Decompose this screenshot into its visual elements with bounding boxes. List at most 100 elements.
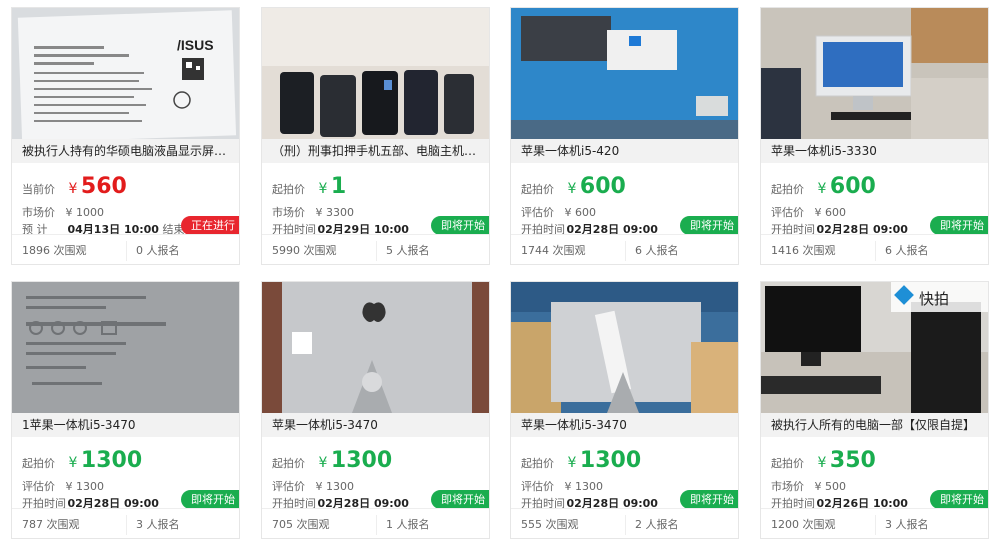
- item-title[interactable]: 被执行人持有的华硕电脑液晶显示屏一…: [12, 139, 239, 163]
- item-title[interactable]: （刑）刑事扣押手机五部、电脑主机一…: [262, 139, 489, 163]
- item-title[interactable]: 苹果一体机i5-3330: [761, 139, 988, 163]
- card-footer: 705 次围观 1 人报名: [262, 508, 489, 538]
- item-title[interactable]: 苹果一体机i5-420: [511, 139, 738, 163]
- card-footer: 1896 次围观 0 人报名: [12, 234, 239, 264]
- market-row: 市场价 ¥ 3300: [272, 204, 354, 220]
- view-count: 787 次围观: [22, 518, 80, 531]
- thumbnail-asus-label[interactable]: /ISUS: [12, 8, 239, 139]
- watermark-text: 快拍: [919, 290, 949, 308]
- auction-card[interactable]: 苹果一体机i5-3330 起拍价 ¥ 600 评估价 ¥ 600 开拍时间 02…: [760, 7, 989, 265]
- status-badge: 即将开始: [680, 216, 738, 235]
- signup-count: 2 人报名: [635, 518, 679, 531]
- auction-card[interactable]: 苹果一体机i5-420 起拍价 ¥ 600 评估价 ¥ 600 开拍时间 02月…: [510, 7, 739, 265]
- status-badge: 即将开始: [181, 490, 239, 509]
- thumbnail-imac-desk[interactable]: [761, 8, 988, 139]
- price-label: 当前价: [22, 183, 55, 196]
- currency-symbol: ¥: [567, 455, 577, 471]
- view-count: 5990 次围观: [272, 244, 337, 257]
- price-value: 1: [330, 174, 347, 199]
- footer-divider: [126, 515, 127, 535]
- status-badge: 即将开始: [431, 490, 489, 509]
- auction-card[interactable]: /ISUS 被执行人持有的华硕电脑液晶显示屏一… 当前价 ¥ 560 市场价 ¥…: [11, 7, 240, 265]
- thumbnail-phones[interactable]: [262, 8, 489, 139]
- price-value: 600: [829, 174, 876, 199]
- view-count: 1896 次围观: [22, 244, 87, 257]
- price-value: 1300: [330, 448, 393, 473]
- status-badge: 正在进行: [181, 216, 239, 235]
- market-label: 市场价: [771, 480, 804, 493]
- price-row: 起拍价 ¥ 1300: [521, 448, 641, 474]
- footer-divider: [376, 515, 377, 535]
- currency-symbol: ¥: [68, 455, 78, 471]
- signup-count: 3 人报名: [136, 518, 180, 531]
- market-label: 评估价: [771, 206, 804, 219]
- market-label: 市场价: [272, 206, 305, 219]
- price-label: 起拍价: [22, 457, 55, 470]
- status-badge: 即将开始: [930, 216, 988, 235]
- item-title[interactable]: 1苹果一体机i5-3470: [12, 413, 239, 437]
- price-row: 起拍价 ¥ 1300: [272, 448, 392, 474]
- market-value: ¥ 1300: [564, 480, 604, 493]
- market-row: 评估价 ¥ 1300: [22, 478, 104, 494]
- market-row: 评估价 ¥ 600: [771, 204, 846, 220]
- view-count: 1744 次围观: [521, 244, 586, 257]
- card-footer: 1200 次围观 3 人报名: [761, 508, 988, 538]
- view-count: 705 次围观: [272, 518, 330, 531]
- auction-card[interactable]: 快拍 被执行人所有的电脑一部【仅限自提】 起拍价 ¥ 350 市场价 ¥ 500…: [760, 281, 989, 539]
- market-label: 市场价: [22, 206, 55, 219]
- signup-count: 6 人报名: [885, 244, 929, 257]
- auction-card[interactable]: 苹果一体机i5-3470 起拍价 ¥ 1300 评估价 ¥ 1300 开拍时间 …: [510, 281, 739, 539]
- price-value: 600: [579, 174, 626, 199]
- signup-count: 1 人报名: [386, 518, 430, 531]
- market-row: 评估价 ¥ 600: [521, 204, 596, 220]
- footer-divider: [875, 515, 876, 535]
- price-row: 起拍价 ¥ 600: [771, 174, 876, 200]
- currency-symbol: ¥: [817, 455, 827, 471]
- auction-card[interactable]: 1苹果一体机i5-3470 起拍价 ¥ 1300 评估价 ¥ 1300 开拍时间…: [11, 281, 240, 539]
- price-row: 起拍价 ¥ 350: [771, 448, 876, 474]
- view-count: 1200 次围观: [771, 518, 836, 531]
- card-footer: 1744 次围观 6 人报名: [511, 234, 738, 264]
- currency-symbol: ¥: [817, 181, 827, 197]
- currency-symbol: ¥: [567, 181, 577, 197]
- footer-divider: [126, 241, 127, 261]
- status-badge: 即将开始: [930, 490, 988, 509]
- thumbnail-desktop-pc[interactable]: 快拍: [761, 282, 988, 413]
- price-value: 560: [80, 174, 127, 199]
- signup-count: 5 人报名: [386, 244, 430, 257]
- currency-symbol: ¥: [68, 181, 78, 197]
- market-value: ¥ 600: [814, 206, 847, 219]
- price-label: 起拍价: [272, 457, 305, 470]
- signup-count: 6 人报名: [635, 244, 679, 257]
- price-row: 起拍价 ¥ 1300: [22, 448, 142, 474]
- market-row: 评估价 ¥ 1300: [272, 478, 354, 494]
- item-title[interactable]: 苹果一体机i5-3470: [262, 413, 489, 437]
- item-title[interactable]: 苹果一体机i5-3470: [511, 413, 738, 437]
- market-value: ¥ 1000: [65, 206, 105, 219]
- signup-count: 3 人报名: [885, 518, 929, 531]
- thumbnail-label-closeup[interactable]: [12, 282, 239, 413]
- price-label: 起拍价: [771, 457, 804, 470]
- card-footer: 787 次围观 3 人报名: [12, 508, 239, 538]
- thumbnail-imac-back-sealed[interactable]: [511, 282, 738, 413]
- price-label: 起拍价: [771, 183, 804, 196]
- market-value: ¥ 500: [814, 480, 847, 493]
- view-count: 555 次围观: [521, 518, 579, 531]
- price-row: 起拍价 ¥ 1: [272, 174, 346, 200]
- market-value: ¥ 1300: [65, 480, 105, 493]
- market-value: ¥ 1300: [315, 480, 355, 493]
- price-label: 起拍价: [272, 183, 305, 196]
- market-row: 市场价 ¥ 500: [771, 478, 846, 494]
- auction-card[interactable]: 苹果一体机i5-3470 起拍价 ¥ 1300 评估价 ¥ 1300 开拍时间 …: [261, 281, 490, 539]
- currency-symbol: ¥: [318, 181, 328, 197]
- item-title[interactable]: 被执行人所有的电脑一部【仅限自提】: [761, 413, 988, 437]
- thumbnail-imac-back[interactable]: [262, 282, 489, 413]
- card-footer: 1416 次围观 6 人报名: [761, 234, 988, 264]
- auction-card[interactable]: （刑）刑事扣押手机五部、电脑主机一… 起拍价 ¥ 1 市场价 ¥ 3300 开拍…: [261, 7, 490, 265]
- market-label: 评估价: [521, 480, 554, 493]
- market-label: 评估价: [272, 480, 305, 493]
- status-badge: 即将开始: [680, 490, 738, 509]
- price-label: 起拍价: [521, 183, 554, 196]
- footer-divider: [376, 241, 377, 261]
- thumbnail-imac-screen[interactable]: [511, 8, 738, 139]
